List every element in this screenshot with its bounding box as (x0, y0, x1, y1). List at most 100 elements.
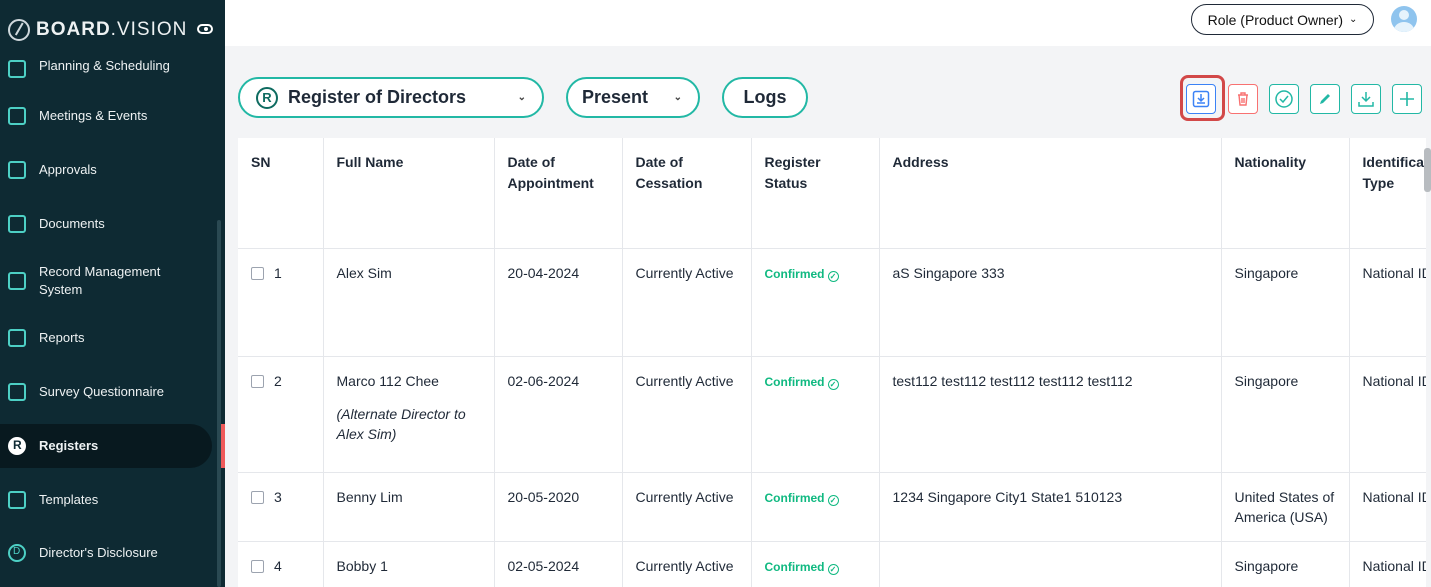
cell-address: test112 test112 test112 test112 test112 (879, 356, 1222, 473)
sn-value: 4 (274, 557, 282, 574)
download-icon (1358, 92, 1374, 107)
register-select[interactable]: R Register of Directors ⌄ (238, 77, 544, 118)
table-header-row: SN Full Name Date of Appointment Date of… (238, 138, 1426, 249)
table-scrollbar[interactable] (1424, 148, 1431, 192)
cell-name: Bobby 1 (323, 541, 495, 587)
sidebar-item-label: Templates (39, 492, 99, 507)
edit-button[interactable] (1310, 84, 1340, 114)
column-header-appointment[interactable]: Date of Appointment (494, 138, 623, 249)
cell-sn: 1 (238, 248, 324, 357)
status-badge: Confirmed ✓ (765, 267, 839, 282)
cell-status: Confirmed ✓ (751, 472, 880, 542)
logs-button[interactable]: Logs (722, 77, 808, 118)
cell-nationality: Singapore (1221, 356, 1350, 473)
sidebar-toggle-icon[interactable] (197, 24, 213, 34)
sidebar-item-label: Approvals (39, 162, 97, 177)
edit-icon (1320, 94, 1330, 104)
delete-button[interactable] (1228, 84, 1258, 114)
logs-label: Logs (743, 87, 787, 107)
cell-status: Confirmed ✓ (751, 248, 880, 357)
brand-logo[interactable]: BOARD.VISION (8, 18, 187, 42)
cell-id-type: National ID (1349, 356, 1426, 473)
sidebar-item-documents[interactable]: Documents (0, 214, 212, 234)
sidebar-item-record-management[interactable]: Record Management System (0, 262, 212, 302)
sn-value: 2 (274, 372, 282, 389)
logo-text: BOARD.VISION (36, 19, 188, 40)
row-checkbox[interactable] (251, 266, 264, 280)
cell-name: Alex Sim (323, 248, 495, 357)
documents-icon (8, 215, 26, 233)
period-select[interactable]: Present ⌄ (566, 77, 700, 118)
cell-id-type: National ID (1349, 248, 1426, 357)
status-text: Confirmed (764, 374, 825, 389)
calendar-check-icon (8, 107, 26, 125)
directors-table: SN Full Name Date of Appointment Date of… (238, 138, 1426, 587)
cell-id-type: National ID (1349, 541, 1426, 587)
cell-appointment: 20-04-2024 (494, 248, 623, 357)
check-circle-icon: ✓ (827, 378, 839, 390)
active-indicator (221, 424, 225, 468)
column-header-nationality[interactable]: Nationality (1221, 138, 1350, 249)
add-button[interactable] (1392, 84, 1422, 114)
table-row[interactable]: 3 Benny Lim 20-05-2020 Currently Active … (238, 472, 1426, 542)
calendar-grid-icon (8, 60, 26, 78)
sn-value: 3 (274, 488, 282, 505)
sidebar-item-approvals[interactable]: Approvals (0, 160, 212, 180)
template-icon (8, 491, 26, 509)
confirm-button[interactable] (1269, 84, 1299, 114)
sidebar-item-meetings[interactable]: Meetings & Events (0, 106, 212, 126)
sidebar-item-label: Director's Disclosure (39, 545, 158, 560)
avatar[interactable] (1391, 6, 1417, 32)
row-checkbox[interactable] (251, 490, 264, 504)
check-circle-icon: ✓ (827, 494, 839, 506)
sn-value: 1 (274, 264, 282, 281)
column-header-cessation[interactable]: Date of Cessation (622, 138, 752, 249)
check-circle-icon: ✓ (827, 563, 839, 575)
cell-status: Confirmed ✓ (751, 541, 880, 587)
chevron-down-icon: ⌄ (517, 92, 526, 103)
cell-appointment: 20-05-2020 (494, 472, 623, 542)
status-badge: Confirmed ✓ (764, 490, 839, 506)
status-badge: Confirmed ✓ (764, 374, 839, 390)
download-button[interactable] (1351, 84, 1381, 114)
row-checkbox[interactable] (251, 374, 264, 388)
column-header-sn[interactable]: SN (238, 138, 324, 249)
column-header-status[interactable]: Register Status (751, 138, 880, 249)
column-header-full-name[interactable]: Full Name (323, 138, 495, 249)
sidebar-item-label: Planning & Scheduling (39, 58, 170, 73)
table-row[interactable]: 4 Bobby 1 02-05-2024 Currently Active Co… (238, 541, 1426, 587)
table-row[interactable]: 1 Alex Sim 20-04-2024 Currently Active C… (238, 248, 1426, 357)
sidebar-scrollbar[interactable] (217, 220, 221, 587)
delete-icon (1238, 92, 1248, 106)
status-text: Confirmed (764, 490, 825, 505)
sidebar-item-reports[interactable]: Reports (0, 328, 212, 348)
top-header: Role (Product Owner) ⌄ (225, 0, 1431, 46)
column-header-id-type[interactable]: Identification Type (1349, 138, 1426, 249)
cell-cessation: Currently Active (622, 356, 752, 473)
import-icon (1192, 90, 1210, 108)
sidebar-item-registers[interactable]: Registers (0, 424, 212, 468)
cell-nationality: Singapore (1221, 541, 1350, 587)
document-list-icon (8, 161, 26, 179)
sidebar-item-planning[interactable]: Planning & Scheduling (0, 52, 212, 78)
cell-nationality: Singapore (1221, 248, 1350, 357)
name-value: Marco 112 Chee (336, 372, 439, 389)
add-icon (1400, 92, 1414, 106)
chevron-down-icon: ⌄ (1349, 14, 1358, 25)
sidebar-item-templates[interactable]: Templates (0, 490, 212, 510)
table-row[interactable]: 2 Marco 112 Chee (Alternate Director to A… (238, 356, 1426, 473)
sidebar-item-label: Record Management System (39, 264, 161, 297)
role-dropdown[interactable]: Role (Product Owner) ⌄ (1191, 4, 1374, 35)
sidebar-item-survey[interactable]: Survey Questionnaire (0, 382, 212, 402)
sidebar-item-label: Registers (39, 438, 99, 453)
cell-appointment: 02-06-2024 (494, 356, 623, 473)
cell-cessation: Currently Active (622, 541, 752, 587)
sidebar-item-label: Meetings & Events (39, 108, 148, 123)
check-circle-icon: ✓ (827, 270, 839, 282)
column-header-address[interactable]: Address (879, 138, 1222, 249)
row-checkbox[interactable] (251, 559, 264, 573)
import-button[interactable] (1186, 84, 1216, 114)
cell-name: Benny Lim (323, 472, 495, 542)
cell-name: Marco 112 Chee (Alternate Director to Ale… (323, 356, 495, 473)
sidebar-item-directors-disclosure[interactable]: Director's Disclosure (0, 543, 212, 563)
